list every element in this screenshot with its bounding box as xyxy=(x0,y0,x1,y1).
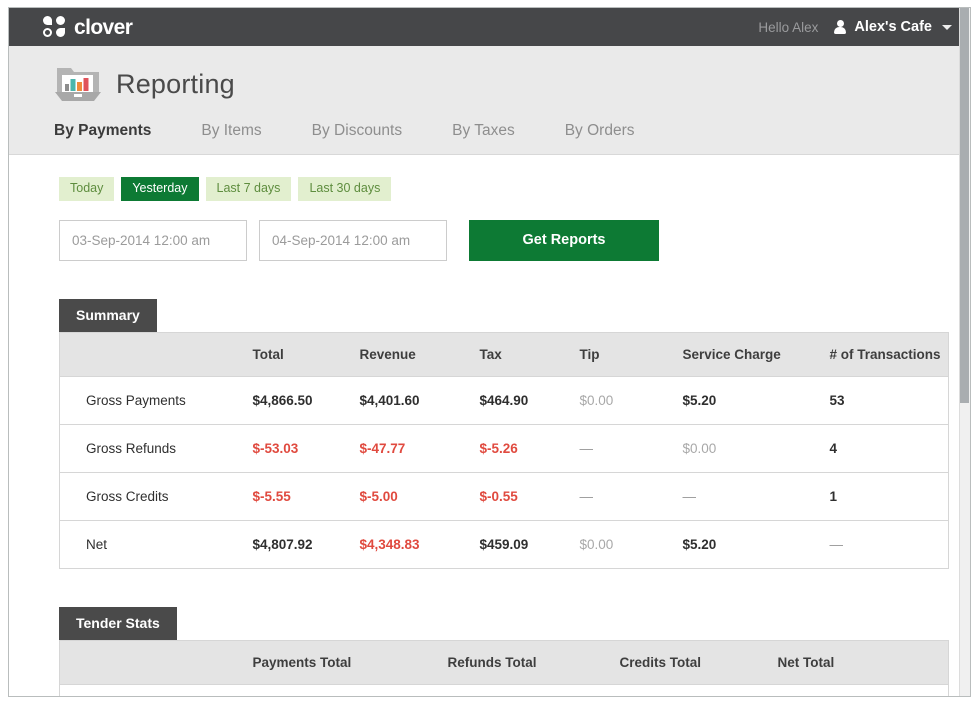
date-filter-row: Get Reports xyxy=(9,201,970,261)
cell-tip: $0.00 xyxy=(580,376,683,424)
row-label: Gross Refunds xyxy=(60,424,253,472)
tender-col-credits-total: Credits Total xyxy=(620,640,778,684)
header-account-area: Hello Alex Alex's Cafe xyxy=(758,19,952,35)
app-header: clover Hello Alex Alex's Cafe xyxy=(9,8,970,46)
screenshot-viewport: clover Hello Alex Alex's Cafe xyxy=(0,0,980,704)
summary-panel-tab: Summary xyxy=(59,299,157,332)
cell-total: $4,807.92 xyxy=(253,520,360,568)
tab-by-discounts[interactable]: By Discounts xyxy=(312,122,402,154)
tender-col-blank xyxy=(60,640,253,684)
greeting-text: Hello Alex xyxy=(758,20,818,35)
browser-page: clover Hello Alex Alex's Cafe xyxy=(8,7,971,697)
tab-by-orders[interactable]: By Orders xyxy=(565,122,635,154)
reporting-chart-folder-icon xyxy=(54,64,102,104)
tab-by-payments[interactable]: By Payments xyxy=(54,122,151,154)
cell-service-charge: $0.00 xyxy=(683,424,830,472)
table-row: Gross Refunds $-53.03 $-47.77 $-5.26 — $… xyxy=(60,424,949,472)
cell-tax: $-5.26 xyxy=(480,424,580,472)
table-row: Gross Credits $-5.55 $-5.00 $-0.55 — — 1 xyxy=(60,472,949,520)
page-title-band: Reporting By Payments By Items By Discou… xyxy=(9,46,970,155)
chevron-down-icon xyxy=(942,25,952,30)
cell-revenue: $4,348.83 xyxy=(360,520,480,568)
range-pill-today[interactable]: Today xyxy=(59,177,114,201)
cell-transactions: 1 xyxy=(830,472,949,520)
cell-revenue: $-47.77 xyxy=(360,424,480,472)
summary-panel: Summary Total Revenue Tax Tip Service Ch… xyxy=(9,299,970,569)
brand-wordmark: clover xyxy=(74,17,132,38)
cell-revenue: $-5.00 xyxy=(360,472,480,520)
tender-stats-panel-tab: Tender Stats xyxy=(59,607,177,640)
summary-col-tax: Tax xyxy=(480,332,580,376)
table-row: Gross Payments $4,866.50 $4,401.60 $464.… xyxy=(60,376,949,424)
cell-total: $-53.03 xyxy=(253,424,360,472)
tab-by-taxes[interactable]: By Taxes xyxy=(452,122,515,154)
cell-refunds-total: $0.00 xyxy=(448,684,620,697)
cell-tax: $459.09 xyxy=(480,520,580,568)
cell-transactions: — xyxy=(830,520,949,568)
range-pill-yesterday[interactable]: Yesterday xyxy=(121,177,198,201)
cell-total: $4,866.50 xyxy=(253,376,360,424)
summary-table: Total Revenue Tax Tip Service Charge # o… xyxy=(59,332,949,569)
title-row: Reporting xyxy=(9,64,970,104)
report-tabs: By Payments By Items By Discounts By Tax… xyxy=(9,104,970,154)
end-date-input[interactable] xyxy=(259,220,447,261)
report-content: Today Yesterday Last 7 days Last 30 days… xyxy=(9,155,970,697)
cell-net-total: $1,036.10 xyxy=(778,684,949,697)
row-label: Check xyxy=(60,684,253,697)
tender-stats-table: Payments Total Refunds Total Credits Tot… xyxy=(59,640,949,698)
cell-service-charge: $5.20 xyxy=(683,376,830,424)
page-scrollbar[interactable] xyxy=(959,8,970,696)
cell-revenue: $4,401.60 xyxy=(360,376,480,424)
scrollbar-thumb[interactable] xyxy=(960,8,969,403)
table-row: Net $4,807.92 $4,348.83 $459.09 $0.00 $5… xyxy=(60,520,949,568)
summary-col-service-charge: Service Charge xyxy=(683,332,830,376)
person-icon xyxy=(834,20,846,34)
merchant-menu[interactable]: Alex's Cafe xyxy=(834,19,952,35)
range-pill-last-7-days[interactable]: Last 7 days xyxy=(206,177,292,201)
tender-col-payments-total: Payments Total xyxy=(253,640,448,684)
merchant-name: Alex's Cafe xyxy=(854,19,932,35)
summary-col-revenue: Revenue xyxy=(360,332,480,376)
row-label: Gross Credits xyxy=(60,472,253,520)
get-reports-button[interactable]: Get Reports xyxy=(469,220,659,261)
summary-col-tip: Tip xyxy=(580,332,683,376)
clover-brand[interactable]: clover xyxy=(43,16,132,38)
summary-col-total: Total xyxy=(253,332,360,376)
cell-transactions: 4 xyxy=(830,424,949,472)
tender-col-net-total: Net Total xyxy=(778,640,949,684)
cell-tip: — xyxy=(580,424,683,472)
tender-stats-panel: Tender Stats Payments Total Refunds Tota… xyxy=(9,607,970,698)
tender-col-refunds-total: Refunds Total xyxy=(448,640,620,684)
summary-header-row: Total Revenue Tax Tip Service Charge # o… xyxy=(60,332,949,376)
row-label: Net xyxy=(60,520,253,568)
quick-range-pills: Today Yesterday Last 7 days Last 30 days xyxy=(9,177,970,201)
cell-tax: $-0.55 xyxy=(480,472,580,520)
tab-by-items[interactable]: By Items xyxy=(201,122,261,154)
clover-logo-icon xyxy=(43,16,65,38)
row-label: Gross Payments xyxy=(60,376,253,424)
cell-tax: $464.90 xyxy=(480,376,580,424)
tender-header-row: Payments Total Refunds Total Credits Tot… xyxy=(60,640,949,684)
cell-payments-total: $1,036.10 xyxy=(253,684,448,697)
page-title: Reporting xyxy=(116,69,235,100)
cell-service-charge: $5.20 xyxy=(683,520,830,568)
cell-service-charge: — xyxy=(683,472,830,520)
summary-col-blank xyxy=(60,332,253,376)
cell-total: $-5.55 xyxy=(253,472,360,520)
cell-credits-total: $0.00 xyxy=(620,684,778,697)
summary-col-transactions: # of Transactions xyxy=(830,332,949,376)
start-date-input[interactable] xyxy=(59,220,247,261)
cell-tip: — xyxy=(580,472,683,520)
cell-tip: $0.00 xyxy=(580,520,683,568)
cell-transactions: 53 xyxy=(830,376,949,424)
table-row: Check $1,036.10 $0.00 $0.00 $1,036.10 xyxy=(60,684,949,697)
range-pill-last-30-days[interactable]: Last 30 days xyxy=(298,177,391,201)
